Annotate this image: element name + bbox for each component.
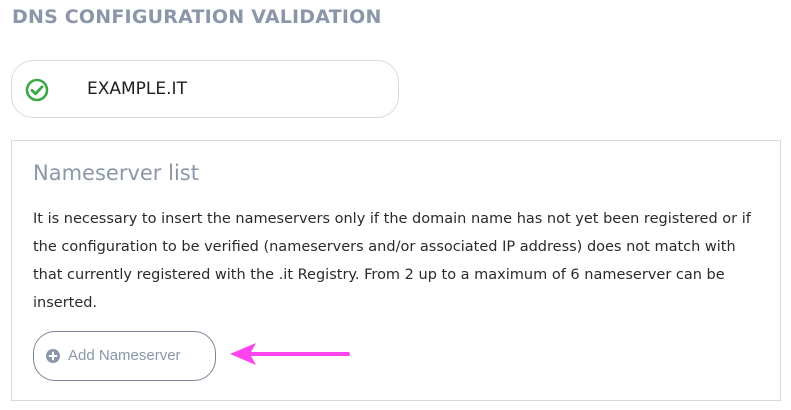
domain-name: EXAMPLE.IT xyxy=(87,79,187,99)
nameserver-panel: Nameserver list It is necessary to inser… xyxy=(11,140,781,401)
page-title: DNS CONFIGURATION VALIDATION xyxy=(12,6,382,28)
domain-status-card: EXAMPLE.IT xyxy=(11,60,399,118)
add-nameserver-label: Add Nameserver xyxy=(68,347,181,364)
add-nameserver-button[interactable]: Add Nameserver xyxy=(33,331,216,381)
arrow-annotation-icon xyxy=(230,343,350,365)
plus-circle-icon xyxy=(46,349,60,363)
check-circle-icon xyxy=(25,78,49,102)
nameserver-description: It is necessary to insert the nameserver… xyxy=(33,211,751,311)
nameserver-list-title: Nameserver list xyxy=(33,161,199,185)
